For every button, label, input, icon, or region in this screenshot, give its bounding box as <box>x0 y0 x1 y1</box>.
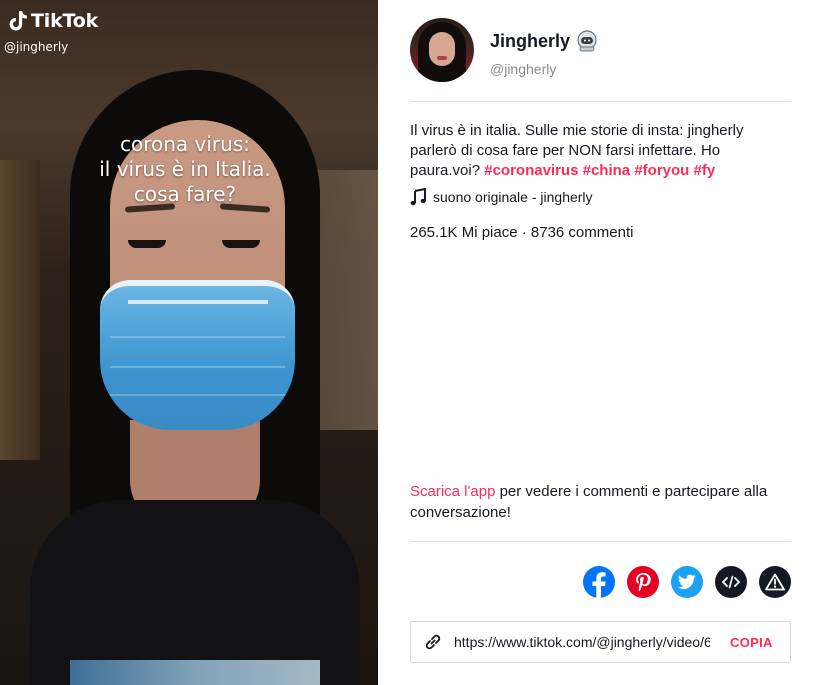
tiktok-logo-icon <box>9 11 27 31</box>
share-pinterest-button[interactable] <box>627 566 659 598</box>
avatar-lip <box>437 56 447 60</box>
overlay-line: cosa fare? <box>133 182 237 206</box>
astronaut-emoji-icon <box>577 30 597 52</box>
video-player[interactable]: corona virus: il virus è in Italia. cosa… <box>0 0 378 685</box>
overlay-line: corona virus: <box>120 132 250 156</box>
author-names: Jingherly @jingherly <box>490 30 598 77</box>
report-button[interactable] <box>759 566 791 598</box>
video-info-panel: Jingherly @jingherly Il virus è in itali… <box>410 0 791 685</box>
hashtag-link[interactable]: #china <box>583 162 631 179</box>
hashtag-link[interactable]: #fy <box>694 162 716 179</box>
hashtag-link[interactable]: #foryou <box>634 162 689 179</box>
face-mask <box>100 280 295 430</box>
avatar[interactable] <box>410 18 474 82</box>
link-chain-icon <box>425 634 441 650</box>
share-facebook-button[interactable] <box>583 566 615 598</box>
twitter-icon <box>678 574 696 589</box>
video-url-field[interactable]: https://www.tiktok.com/@jingherly/video/… <box>454 634 710 650</box>
video-handle: @jingherly <box>4 40 69 54</box>
divider <box>410 101 791 102</box>
copy-link-box: https://www.tiktok.com/@jingherly/video/… <box>410 621 791 663</box>
share-buttons <box>583 566 791 598</box>
tiktok-watermark: TikTok <box>8 10 98 32</box>
music-link[interactable]: suono originale - jingherly <box>410 188 593 206</box>
author-profile[interactable]: Jingherly @jingherly <box>410 18 598 82</box>
copy-link-button[interactable]: COPIA <box>730 635 773 650</box>
video-shirt <box>30 500 360 685</box>
code-embed-icon <box>722 575 740 589</box>
pinterest-icon <box>636 573 651 592</box>
right-eye <box>222 240 260 248</box>
display-name-text[interactable]: Jingherly <box>490 31 570 52</box>
warning-icon <box>765 573 785 591</box>
video-caption: Il virus è in italia. Sulle mie storie d… <box>410 121 791 181</box>
tiktok-wordmark: TikTok <box>31 10 99 32</box>
video-overlay-text: corona virus: il virus è in Italia. cosa… <box>60 132 310 207</box>
hashtag-link[interactable]: #coronavirus <box>484 162 578 179</box>
download-app-link[interactable]: Scarica l'app <box>410 483 495 500</box>
author-display-name[interactable]: Jingherly <box>490 30 598 52</box>
music-label[interactable]: suono originale - jingherly <box>433 189 593 205</box>
mask-pleat <box>110 366 285 368</box>
download-prompt: Scarica l'app per vedere i commenti e pa… <box>410 481 791 523</box>
left-eye <box>128 240 166 248</box>
shirt-print <box>70 660 320 685</box>
share-twitter-button[interactable] <box>671 566 703 598</box>
facebook-icon <box>592 572 606 598</box>
avatar-face <box>429 32 455 66</box>
engagement-stats: 265.1K Mi piace · 8736 commenti <box>410 224 634 241</box>
mask-pleat <box>110 394 285 396</box>
embed-code-button[interactable] <box>715 566 747 598</box>
author-username[interactable]: @jingherly <box>490 61 598 77</box>
mask-band <box>128 300 268 304</box>
overlay-line: il virus è in Italia. <box>99 157 271 181</box>
mask-pleat <box>110 336 285 338</box>
background-wall <box>0 160 40 460</box>
music-note-icon <box>410 188 426 206</box>
divider <box>410 541 791 542</box>
